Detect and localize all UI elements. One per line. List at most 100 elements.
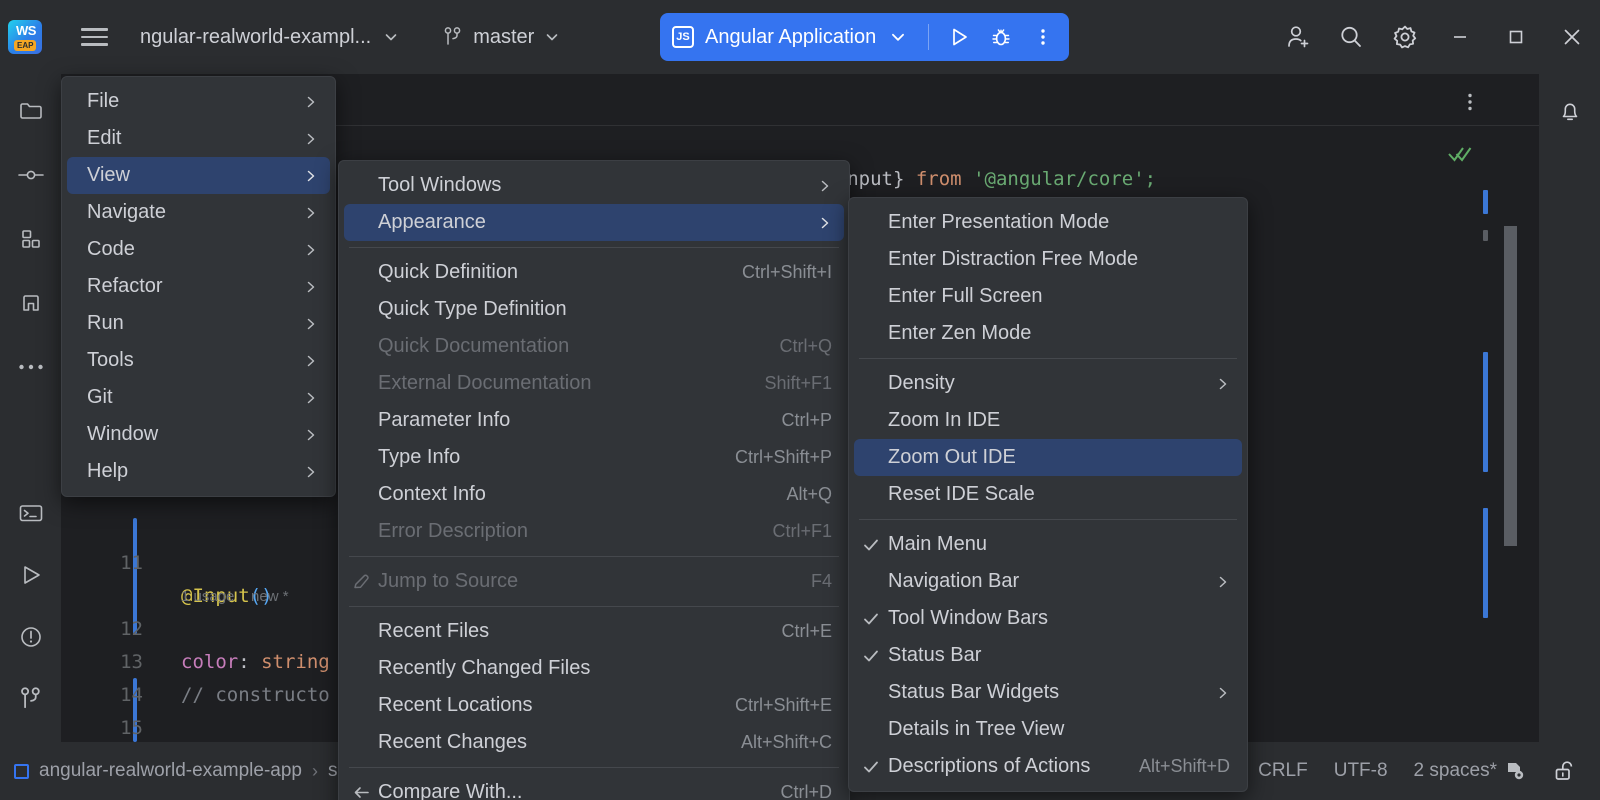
menu-item-recent-locations[interactable]: Recent Locations Ctrl+Shift+E <box>344 687 844 724</box>
menu-item-reset-ide-scale[interactable]: Reset IDE Scale <box>854 476 1242 513</box>
menu-item-enter-distraction-free-mode[interactable]: Enter Distraction Free Mode <box>854 241 1242 278</box>
checkmark-icon <box>854 647 888 665</box>
menu-item-tool-windows[interactable]: Tool Windows <box>344 167 844 204</box>
structure-blocks-icon <box>21 230 40 248</box>
menu-item-zoom-out-ide[interactable]: Zoom Out IDE <box>854 439 1242 476</box>
chevron-right-icon <box>818 179 832 193</box>
chevron-right-icon <box>304 317 318 331</box>
menu-item-enter-presentation-mode[interactable]: Enter Presentation Mode <box>854 204 1242 241</box>
menu-item-appearance[interactable]: Appearance <box>344 204 844 241</box>
settings-button[interactable] <box>1378 10 1432 64</box>
run-button[interactable] <box>939 17 979 57</box>
menu-item-recently-changed-files[interactable]: Recently Changed Files <box>344 650 844 687</box>
editor-options-button[interactable] <box>1456 88 1484 116</box>
code-line-14: 14 <box>61 646 153 706</box>
menu-item-shortcut: Ctrl+Shift+I <box>741 262 832 282</box>
line-separator[interactable]: CRLF <box>1245 760 1321 782</box>
menu-item-file[interactable]: File <box>67 83 330 120</box>
menu-item-refactor[interactable]: Refactor <box>67 268 330 305</box>
menu-item-enter-full-screen[interactable]: Enter Full Screen <box>854 278 1242 315</box>
menu-item-recent-changes[interactable]: Recent Changes Alt+Shift+C <box>344 724 844 761</box>
chevron-right-icon <box>304 132 318 146</box>
menu-item-quick-definition[interactable]: Quick Definition Ctrl+Shift+I <box>344 254 844 291</box>
problems-tool-window[interactable] <box>8 614 54 660</box>
menu-item-code[interactable]: Code <box>67 231 330 268</box>
file-encoding[interactable]: UTF-8 <box>1321 760 1401 782</box>
menu-item-context-info[interactable]: Context Info Alt+Q <box>344 476 844 513</box>
error-stripe-markers[interactable] <box>1477 162 1499 722</box>
bookmarks-tool-window[interactable] <box>8 280 54 326</box>
menu-item-recent-files[interactable]: Recent Files Ctrl+E <box>344 613 844 650</box>
menu-item-navigate[interactable]: Navigate <box>67 194 330 231</box>
chevron-right-icon <box>1216 377 1230 391</box>
menu-item-shortcut: Ctrl+D <box>780 782 832 800</box>
menu-item-window[interactable]: Window <box>67 416 330 453</box>
chevron-right-icon <box>304 95 318 109</box>
menu-item-label: Enter Presentation Mode <box>888 211 1110 233</box>
terminal-icon <box>19 505 42 522</box>
menu-item-details-in-tree-view[interactable]: Details in Tree View <box>854 711 1242 748</box>
editor-vertical-scrollbar[interactable] <box>1504 226 1517 546</box>
menu-item-parameter-info[interactable]: Parameter Info Ctrl+P <box>344 402 844 439</box>
menu-item-zoom-in-ide[interactable]: Zoom In IDE <box>854 402 1242 439</box>
project-tool-window[interactable] <box>8 88 54 134</box>
change-stripe <box>1483 230 1488 241</box>
line-number: 15 <box>120 717 143 739</box>
branch-icon <box>20 687 40 709</box>
debug-button[interactable] <box>981 17 1021 57</box>
search-everywhere-button[interactable] <box>1324 10 1378 64</box>
menu-item-run[interactable]: Run <box>67 305 330 342</box>
menu-item-view[interactable]: View <box>67 157 330 194</box>
menu-item-help[interactable]: Help <box>67 453 330 490</box>
code-line-usage-hint: 1 usage new * <box>61 547 289 605</box>
run-play-icon <box>23 566 40 584</box>
notifications-tool-window[interactable] <box>1547 88 1593 134</box>
inspection-status-widget[interactable] <box>1447 144 1473 169</box>
chevron-right-icon <box>304 428 318 442</box>
menu-item-compare-with[interactable]: Compare With... Ctrl+D <box>344 774 844 800</box>
menu-item-enter-zen-mode[interactable]: Enter Zen Mode <box>854 315 1242 352</box>
chevron-down-icon <box>892 33 905 41</box>
terminal-tool-window[interactable] <box>8 490 54 536</box>
run-more-button[interactable] <box>1023 17 1063 57</box>
menu-item-quick-type-definition[interactable]: Quick Type Definition <box>344 291 844 328</box>
chevron-right-icon <box>818 216 832 230</box>
menu-item-label: Enter Zen Mode <box>888 322 1032 344</box>
menu-item-label: Error Description <box>378 520 529 542</box>
menu-item-type-info[interactable]: Type Info Ctrl+Shift+P <box>344 439 844 476</box>
run-config-chevron[interactable] <box>878 17 918 57</box>
maximize-button[interactable] <box>1488 0 1544 74</box>
menu-item-status-bar-widgets[interactable]: Status Bar Widgets <box>854 674 1242 711</box>
line-content: // constructo <box>181 684 330 706</box>
structure-tool-window[interactable] <box>8 216 54 262</box>
invite-users-button[interactable] <box>1270 10 1324 64</box>
menu-item-status-bar[interactable]: Status Bar <box>854 637 1242 674</box>
project-selector[interactable]: ngular-realworld-exampl... <box>130 17 409 57</box>
menu-item-git[interactable]: Git <box>67 379 330 416</box>
version-control-tool-window[interactable] <box>8 676 54 722</box>
breadcrumb-item-project[interactable]: angular-realworld-example-app <box>39 760 302 782</box>
menu-item-label: Enter Distraction Free Mode <box>888 248 1139 270</box>
menu-item-density[interactable]: Density <box>854 365 1242 402</box>
more-vertical-icon <box>1468 93 1472 111</box>
indent-settings[interactable]: 2 spaces* <box>1401 760 1539 782</box>
main-menu-icon[interactable] <box>70 15 118 59</box>
code-line-15: 15 @Input() <box>61 679 153 739</box>
menu-item-label: Quick Documentation <box>378 335 570 357</box>
menu-item-edit[interactable]: Edit <box>67 120 330 157</box>
commit-tool-window[interactable] <box>8 152 54 198</box>
menu-item-tools[interactable]: Tools <box>67 342 330 379</box>
close-button[interactable] <box>1544 0 1600 74</box>
run-tool-window[interactable] <box>8 552 54 598</box>
run-configuration-widget[interactable]: JS Angular Application <box>660 13 1070 61</box>
debug-bug-icon <box>992 29 1010 46</box>
minimize-button[interactable] <box>1432 0 1488 74</box>
more-tool-windows[interactable] <box>8 344 54 390</box>
gear-icon <box>1393 25 1417 49</box>
git-branch-selector[interactable]: master <box>433 17 570 57</box>
menu-item-tool-window-bars[interactable]: Tool Window Bars <box>854 600 1242 637</box>
menu-item-main-menu[interactable]: Main Menu <box>854 526 1242 563</box>
menu-item-navigation-bar[interactable]: Navigation Bar <box>854 563 1242 600</box>
read-only-toggle[interactable] <box>1539 759 1600 783</box>
menu-item-descriptions-of-actions[interactable]: Descriptions of Actions Alt+Shift+D <box>854 748 1242 785</box>
